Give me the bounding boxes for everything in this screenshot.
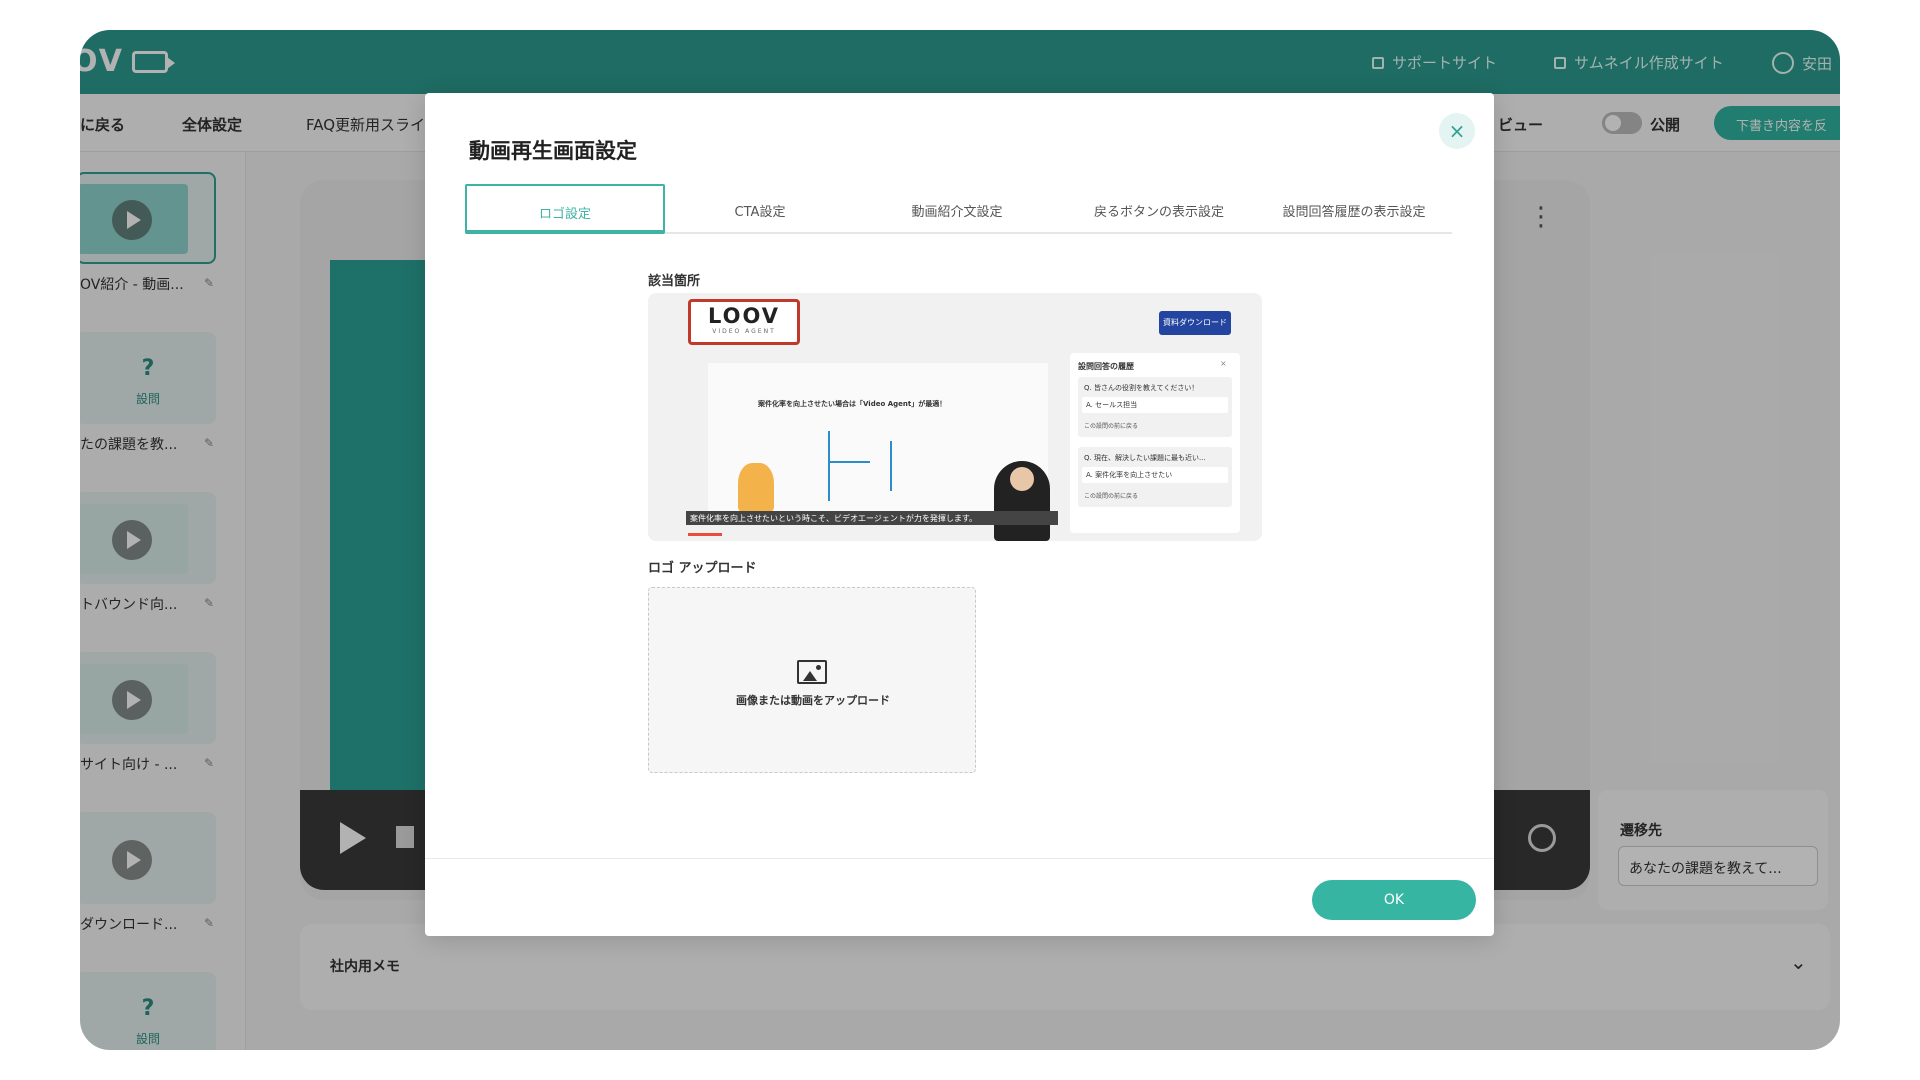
history-back-link: この設問の前に戻る bbox=[1084, 493, 1139, 500]
target-area-label: 該当箇所 bbox=[648, 274, 701, 289]
preview-illustration bbox=[738, 463, 774, 513]
ok-button[interactable]: OK bbox=[1312, 880, 1476, 920]
history-back-link: この設問の前に戻る bbox=[1084, 423, 1139, 430]
answer-history-item: Q. 皆さんの役割を教えてください！ A. セールス担当 この設問の前に戻る bbox=[1078, 377, 1232, 437]
tab-video-description-settings[interactable]: 動画紹介文設定 bbox=[862, 184, 1052, 234]
preview-logo: LOOV VIDEO AGENT bbox=[688, 299, 800, 345]
answer-history-close-icon: × bbox=[1220, 359, 1227, 368]
logo-position-preview: LOOV VIDEO AGENT 資料ダウンロード 案件化率を向上させたい場合は… bbox=[648, 293, 1262, 541]
history-question: Q. 現在、解決したい課題に最も近い... bbox=[1084, 454, 1206, 462]
preview-logo-text: LOOV bbox=[707, 304, 781, 328]
close-button[interactable]: × bbox=[1439, 113, 1475, 149]
preview-subtitle: 案件化率を向上させたいという時こそ、ビデオエージェントが力を発揮します。 bbox=[686, 511, 1058, 525]
upload-instruction: 画像または動画をアップロード bbox=[736, 694, 890, 707]
tab-logo-settings[interactable]: ロゴ設定 bbox=[465, 184, 665, 234]
preview-logo-subtext: VIDEO AGENT bbox=[712, 328, 776, 335]
footer-divider bbox=[425, 858, 1494, 859]
answer-history-item: Q. 現在、解決したい課題に最も近い... A. 案件化率を向上させたい この設… bbox=[1078, 447, 1232, 507]
history-question: Q. 皆さんの役割を教えてください！ bbox=[1084, 384, 1199, 392]
app-window: OV サポートサイト サムネイル作成サイト 安田 に戻る 全体設定 FAQ更新用… bbox=[80, 30, 1840, 1050]
history-answer: A. 案件化率を向上させたい bbox=[1082, 467, 1228, 483]
preview-headline: 案件化率を向上させたい場合は「Video Agent」が最適！ bbox=[758, 400, 947, 408]
logo-upload-dropzone[interactable]: 画像または動画をアップロード bbox=[648, 587, 976, 773]
logo-upload-label: ロゴ アップロード bbox=[648, 561, 757, 576]
dialog-title: 動画再生画面設定 bbox=[469, 139, 637, 163]
video-player-settings-dialog: 動画再生画面設定 × ロゴ設定 CTA設定 動画紹介文設定 戻るボタンの表示設定… bbox=[425, 93, 1494, 936]
preview-flow-diagram bbox=[828, 431, 948, 501]
tab-answer-history-settings[interactable]: 設問回答履歴の表示設定 bbox=[1256, 184, 1452, 234]
preview-download-button: 資料ダウンロード bbox=[1159, 311, 1231, 335]
tab-cta-settings[interactable]: CTA設定 bbox=[665, 184, 855, 234]
preview-answer-history: 設問回答の履歴 × Q. 皆さんの役割を教えてください！ A. セールス担当 こ… bbox=[1070, 353, 1240, 533]
image-icon bbox=[797, 660, 827, 684]
settings-tabs: ロゴ設定 CTA設定 動画紹介文設定 戻るボタンの表示設定 設問回答履歴の表示設… bbox=[465, 184, 1452, 234]
answer-history-title: 設問回答の履歴 bbox=[1078, 362, 1134, 371]
preview-progress-bar bbox=[688, 533, 722, 536]
tab-back-button-settings[interactable]: 戻るボタンの表示設定 bbox=[1059, 184, 1259, 234]
history-answer: A. セールス担当 bbox=[1082, 397, 1228, 413]
preview-agent-avatar bbox=[994, 461, 1050, 541]
